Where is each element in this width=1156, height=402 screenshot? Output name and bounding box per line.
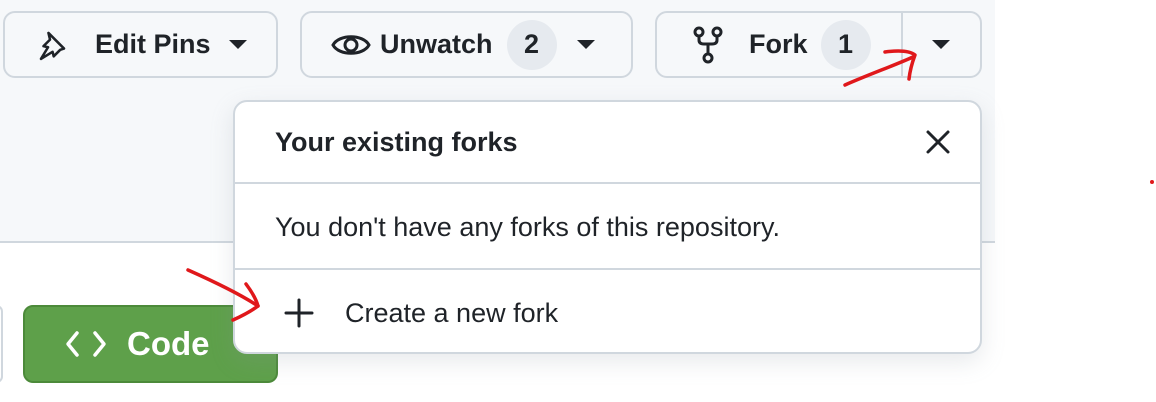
fork-dropdown-toggle[interactable]: [901, 13, 980, 76]
fork-button[interactable]: Fork 1: [657, 13, 901, 76]
unwatch-label: Unwatch: [380, 29, 493, 59]
empty-forks-message: You don't have any forks of this reposit…: [235, 186, 980, 270]
close-icon[interactable]: [922, 126, 954, 158]
code-label: Code: [127, 325, 210, 362]
menu-title: Your existing forks: [275, 126, 518, 157]
edit-pins-button[interactable]: Edit Pins: [3, 11, 278, 78]
chevron-down-icon: [576, 40, 595, 49]
repo-forked-icon: [691, 25, 725, 65]
plus-icon: [283, 297, 315, 329]
chevron-down-icon: [228, 40, 247, 49]
create-fork-label: Create a new fork: [345, 297, 559, 328]
fork-button-group: Fork 1: [655, 11, 982, 78]
pin-icon: [33, 26, 71, 64]
chevron-down-icon: [931, 40, 950, 49]
fork-dropdown-menu: Your existing forks You don't have any f…: [233, 100, 982, 354]
menu-header: Your existing forks: [235, 102, 980, 184]
unwatch-button[interactable]: Unwatch 2: [300, 11, 633, 78]
watchers-count: 2: [506, 19, 557, 70]
eye-icon: [331, 25, 371, 65]
code-icon: [65, 329, 107, 359]
forks-count: 1: [820, 19, 871, 70]
edit-pins-label: Edit Pins: [95, 29, 211, 59]
fork-divider: [901, 11, 903, 78]
create-new-fork-item[interactable]: Create a new fork: [235, 272, 980, 352]
partial-button[interactable]: [0, 305, 3, 383]
empty-message-text: You don't have any forks of this reposit…: [275, 211, 780, 242]
fork-label: Fork: [749, 29, 808, 59]
page: Edit Pins Unwatch 2 Fork 1 Code Your exi…: [0, 0, 1156, 402]
